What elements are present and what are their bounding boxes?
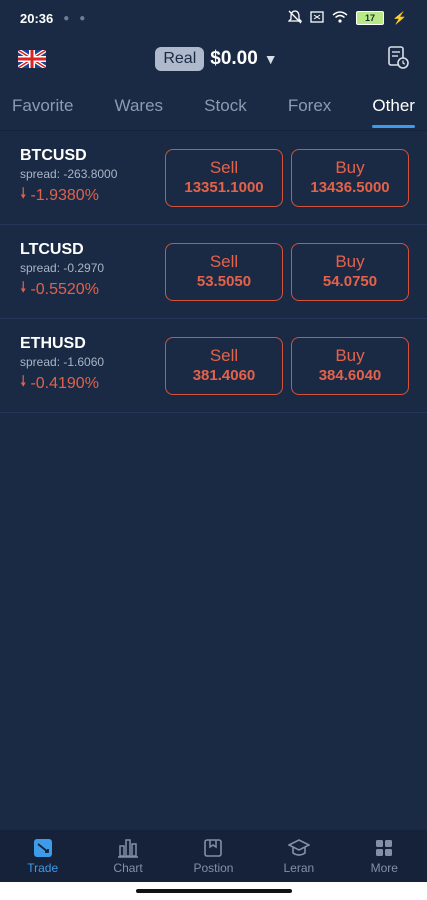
nav-label: Leran bbox=[283, 861, 315, 875]
tab-other[interactable]: Other bbox=[372, 84, 415, 128]
nav-position[interactable]: Postion bbox=[178, 837, 248, 875]
instrument-spread: spread: -1.6060 bbox=[20, 355, 105, 369]
nav-trade[interactable]: Trade bbox=[8, 837, 78, 875]
instrument-spread: spread: -263.8000 bbox=[20, 167, 118, 181]
account-balance: $0.00 bbox=[210, 48, 258, 69]
trade-buttons: Sell 13351.1000 Buy 13436.5000 bbox=[165, 148, 409, 207]
buy-button[interactable]: Buy 54.0750 bbox=[291, 242, 409, 301]
instrument-symbol: ETHUSD bbox=[20, 335, 86, 352]
status-time: 20:36 bbox=[20, 10, 54, 26]
arrow-down-icon: 🠗 bbox=[20, 185, 27, 202]
more-icon bbox=[376, 840, 393, 856]
learn-icon bbox=[287, 839, 310, 856]
nav-chart[interactable]: Chart bbox=[93, 837, 163, 875]
trade-icon bbox=[33, 839, 52, 857]
buy-label: Buy bbox=[335, 158, 365, 177]
buy-price: 13436.5000 bbox=[310, 179, 390, 196]
change-value: -0.5520% bbox=[30, 280, 99, 298]
charging-icon: ⚡ bbox=[392, 11, 407, 25]
instrument-change: 🠗 -0.5520% bbox=[20, 277, 104, 302]
instrument-info: LTCUSD spread: -0.2970 🠗 -0.5520% bbox=[20, 241, 104, 302]
nav-more[interactable]: More bbox=[349, 837, 419, 875]
tab-stock[interactable]: Stock bbox=[204, 84, 247, 128]
sell-button[interactable]: Sell 381.4060 bbox=[165, 336, 283, 395]
sell-label: Sell bbox=[209, 346, 239, 365]
sell-price: 381.4060 bbox=[192, 367, 256, 384]
order-history-icon[interactable] bbox=[387, 45, 409, 74]
instrument-change: 🠗 -0.4190% bbox=[20, 371, 104, 396]
uk-flag-icon[interactable] bbox=[18, 50, 46, 68]
sim-icon bbox=[310, 10, 324, 26]
position-icon bbox=[204, 839, 223, 857]
buy-button[interactable]: Buy 384.6040 bbox=[291, 336, 409, 395]
instrument-info: ETHUSD spread: -1.6060 🠗 -0.4190% bbox=[20, 335, 104, 396]
buy-button[interactable]: Buy 13436.5000 bbox=[291, 148, 409, 207]
arrow-down-icon: 🠗 bbox=[20, 279, 27, 296]
instrument-change: 🠗 -1.9380% bbox=[20, 183, 117, 208]
instrument-symbol: BTCUSD bbox=[20, 147, 87, 164]
nav-learn[interactable]: Leran bbox=[264, 837, 334, 875]
buy-label: Buy bbox=[335, 252, 365, 271]
change-value: -0.4190% bbox=[30, 374, 99, 392]
sell-label: Sell bbox=[209, 252, 239, 271]
instrument-row-btcusd[interactable]: BTCUSD spread: -263.8000 🠗 -1.9380% Sell… bbox=[0, 131, 427, 225]
nav-label: Chart bbox=[113, 861, 143, 875]
nav-label: Postion bbox=[193, 861, 234, 875]
instrument-row-ltcusd[interactable]: LTCUSD spread: -0.2970 🠗 -0.5520% Sell 5… bbox=[0, 225, 427, 319]
mute-icon bbox=[287, 9, 303, 27]
change-value: -1.9380% bbox=[30, 186, 99, 204]
instrument-info: BTCUSD spread: -263.8000 🠗 -1.9380% bbox=[20, 147, 117, 208]
category-tabs: Favorite Wares Stock Forex Other bbox=[0, 82, 427, 131]
buy-label: Buy bbox=[335, 346, 365, 365]
buy-price: 384.6040 bbox=[318, 367, 382, 384]
account-selector[interactable]: Real $0.00 ▼ bbox=[155, 47, 278, 71]
account-type-badge: Real bbox=[155, 47, 205, 71]
instrument-symbol: LTCUSD bbox=[20, 241, 84, 258]
notification-dot-icon: ● bbox=[63, 12, 70, 24]
sell-button[interactable]: Sell 53.5050 bbox=[165, 242, 283, 301]
instrument-row-ethusd[interactable]: ETHUSD spread: -1.6060 🠗 -0.4190% Sell 3… bbox=[0, 319, 427, 413]
wifi-icon bbox=[332, 10, 348, 26]
trade-buttons: Sell 53.5050 Buy 54.0750 bbox=[165, 242, 409, 301]
instrument-list: BTCUSD spread: -263.8000 🠗 -1.9380% Sell… bbox=[0, 131, 427, 413]
status-bar: 20:36 ● ● 17 ⚡ bbox=[0, 0, 427, 36]
system-gesture-area bbox=[0, 882, 427, 900]
sell-button[interactable]: Sell 13351.1000 bbox=[165, 148, 283, 207]
tab-favorite[interactable]: Favorite bbox=[12, 84, 73, 128]
buy-price: 54.0750 bbox=[322, 273, 378, 290]
arrow-down-icon: 🠗 bbox=[20, 373, 27, 390]
sell-price: 13351.1000 bbox=[184, 179, 264, 196]
bottom-navigation: Trade Chart Postion Leran More bbox=[0, 830, 427, 882]
chart-icon bbox=[118, 839, 139, 858]
sell-label: Sell bbox=[209, 158, 239, 177]
home-indicator[interactable] bbox=[136, 889, 292, 893]
tab-wares[interactable]: Wares bbox=[115, 84, 164, 128]
nav-label: More bbox=[370, 861, 398, 875]
tab-forex[interactable]: Forex bbox=[288, 84, 331, 128]
caret-down-icon: ▼ bbox=[263, 51, 278, 67]
header: Real $0.00 ▼ bbox=[0, 36, 427, 82]
instrument-spread: spread: -0.2970 bbox=[20, 261, 105, 275]
trade-buttons: Sell 381.4060 Buy 384.6040 bbox=[165, 336, 409, 395]
notification-dot-icon: ● bbox=[79, 12, 86, 24]
nav-label: Trade bbox=[27, 861, 59, 875]
sell-price: 53.5050 bbox=[196, 273, 252, 290]
battery-icon: 17 bbox=[356, 11, 385, 25]
